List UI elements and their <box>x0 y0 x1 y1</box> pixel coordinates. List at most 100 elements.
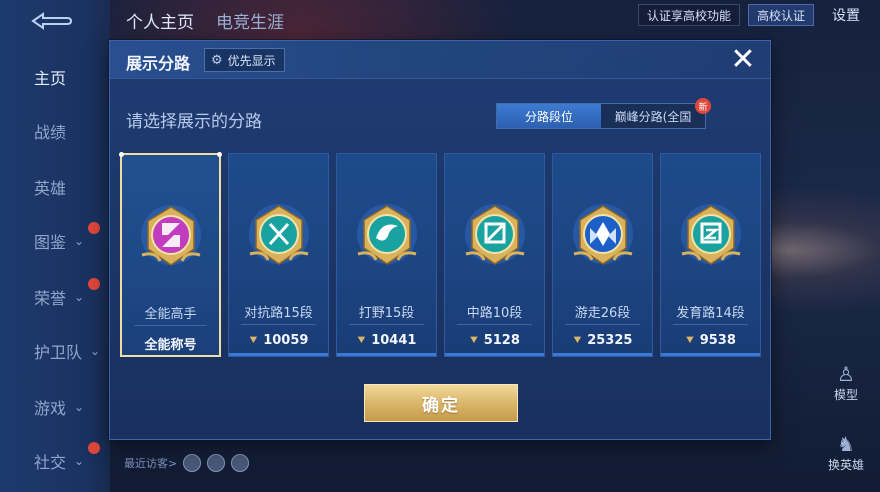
card-glow <box>337 353 436 356</box>
back-arrow-icon[interactable] <box>28 10 74 32</box>
sidebar-item-label: 主页 <box>34 69 67 88</box>
model-button-label: 模型 <box>833 388 858 402</box>
clash-lane-emblem-icon <box>244 198 314 272</box>
lane-card-name: 游走26段 <box>574 306 631 321</box>
lane-card-name: 全能高手 <box>144 307 197 322</box>
priority-display-button[interactable]: ⚙ 优先显示 <box>204 48 285 72</box>
lane-card-stat: ⯆ 10059 <box>229 333 328 348</box>
tab-peak-lane[interactable]: 巅峰分路(全国 新 <box>601 98 711 128</box>
lane-card-stat: ⯆ 5128 <box>445 333 544 348</box>
chevron-down-icon: ⌄ <box>74 400 85 414</box>
top-right-bar: 认证享高校功能 高校认证 设置 <box>637 0 880 30</box>
new-dot-icon <box>88 442 100 454</box>
divider <box>673 324 748 325</box>
close-icon[interactable]: ✕ <box>728 45 758 75</box>
lane-card-name: 中路10段 <box>466 306 523 321</box>
swap-hero-label: 换英雄 <box>827 458 864 472</box>
model-button[interactable]: ♙ 模型 <box>826 362 866 403</box>
chevron-down-icon: ⌄ <box>74 234 85 248</box>
confirm-button[interactable]: 确定 <box>364 384 518 422</box>
lane-card-name: 打野15段 <box>358 306 415 321</box>
sidebar-item-4[interactable]: 荣誉 ⌄ <box>0 278 110 312</box>
lane-card[interactable]: 发育路14段 ⯆ 9538 <box>660 153 761 357</box>
top-tabs: 个人主页 电竞生涯 <box>126 8 284 33</box>
lane-card-stat-value: 10059 <box>263 333 309 348</box>
avatar[interactable] <box>183 454 202 472</box>
sidebar-item-label: 游戏 <box>34 399 67 418</box>
sidebar-item-label: 社交 <box>34 453 67 472</box>
recent-visitors-label[interactable]: 最近访客> <box>124 455 177 471</box>
divider <box>565 324 640 325</box>
lane-card-stat-value: 10441 <box>371 333 417 348</box>
person-model-icon: ♙ <box>837 362 855 386</box>
lane-card[interactable]: 全能高手 全能称号 <box>119 152 222 357</box>
sidebar-item-1[interactable]: 战绩 <box>0 116 110 146</box>
modal-header: 展示分路 ⚙ 优先显示 <box>110 41 770 79</box>
lane-card-stat-value: 9538 <box>699 333 736 348</box>
chevron-down-icon: ⌄ <box>74 290 85 304</box>
card-glow <box>553 353 652 356</box>
lane-card-stat-value: 全能称号 <box>144 338 197 353</box>
swap-hero-icon: ♞ <box>837 432 855 456</box>
sidebar-item-label: 战绩 <box>34 123 67 142</box>
chevron-down-icon: ⌄ <box>74 454 85 468</box>
rank-arrow-icon: ⯆ <box>356 333 367 347</box>
new-dot-icon <box>88 222 100 234</box>
rank-arrow-icon: ⯆ <box>469 333 479 347</box>
campus-verify-text[interactable]: 认证享高校功能 <box>637 4 740 26</box>
selection-corner <box>217 152 222 157</box>
avatar[interactable] <box>231 454 250 472</box>
lane-card-stat: 全能称号 <box>122 334 219 353</box>
lane-card[interactable]: 游走26段 ⯆ 25325 <box>552 153 653 357</box>
divider <box>457 324 532 325</box>
lane-card-stat: ⯆ 9538 <box>661 333 760 348</box>
divider <box>134 325 207 326</box>
sidebar-item-label: 图鉴 <box>34 233 67 252</box>
modal-title: 展示分路 <box>126 54 191 73</box>
rank-arrow-icon: ⯆ <box>572 333 583 347</box>
new-badge: 新 <box>695 98 711 114</box>
sidebar-item-6[interactable]: 游戏 ⌄ <box>0 392 110 422</box>
divider <box>241 324 316 325</box>
card-glow <box>445 353 544 356</box>
sidebar-item-2[interactable]: 英雄 <box>0 172 110 202</box>
farm-lane-emblem-icon <box>676 198 746 272</box>
lane-display-modal: 展示分路 ⚙ 优先显示 ✕ 请选择展示的分路 分路段位 巅峰分路(全国 新 全能… <box>109 40 771 440</box>
lane-card-stat-value: 25325 <box>587 333 633 348</box>
left-nav: 主页 战绩 英雄 图鉴 ⌄ 荣誉 ⌄ 护卫队 ⌄ 游戏 ⌄ 社交 ⌄ <box>0 0 110 492</box>
lane-card-stat: ⯆ 10441 <box>337 333 436 348</box>
all-round-emblem-icon <box>136 199 206 273</box>
sidebar-item-label: 英雄 <box>34 179 67 198</box>
roam-emblem-icon <box>568 198 638 272</box>
selection-corner <box>119 152 124 157</box>
card-glow <box>229 353 328 356</box>
sidebar-item-label: 护卫队 <box>34 343 83 362</box>
swap-hero-button[interactable]: ♞ 换英雄 <box>826 432 866 473</box>
tab-lane-rank[interactable]: 分路段位 <box>497 104 601 128</box>
lane-type-toggle: 分路段位 巅峰分路(全国 新 <box>496 98 711 129</box>
lane-card-stat-value: 5128 <box>483 333 520 348</box>
sidebar-item-0[interactable]: 主页 <box>0 62 110 92</box>
tab-peak-lane-label: 巅峰分路(全国 <box>614 109 692 124</box>
lane-card[interactable]: 对抗路15段 ⯆ 10059 <box>228 153 329 357</box>
rank-arrow-icon: ⯆ <box>248 333 259 347</box>
modal-subtitle: 请选择展示的分路 <box>126 112 262 132</box>
rank-arrow-icon: ⯆ <box>685 333 695 347</box>
new-dot-icon <box>88 278 100 290</box>
sidebar-item-3[interactable]: 图鉴 ⌄ <box>0 222 110 256</box>
settings-button[interactable]: 设置 <box>822 5 870 25</box>
lane-card[interactable]: 中路10段 ⯆ 5128 <box>444 153 545 357</box>
sidebar-item-5[interactable]: 护卫队 ⌄ <box>0 336 110 366</box>
jungle-emblem-icon <box>352 198 422 272</box>
lane-cards: 全能高手 全能称号 对抗路15段 ⯆ 10059 打野15段 ⯆ 10441 中路10段 ⯆ 512… <box>119 152 761 357</box>
tab-personal-home[interactable]: 个人主页 <box>126 8 194 33</box>
tab-esports-career[interactable]: 电竞生涯 <box>216 8 284 33</box>
campus-verify-badge[interactable]: 高校认证 <box>747 4 814 26</box>
lane-card-stat: ⯆ 25325 <box>553 333 652 348</box>
mid-lane-emblem-icon <box>460 198 530 272</box>
card-glow <box>661 353 760 356</box>
sidebar-item-7[interactable]: 社交 ⌄ <box>0 442 110 476</box>
lane-card[interactable]: 打野15段 ⯆ 10441 <box>336 153 437 357</box>
lane-card-name: 对抗路15段 <box>244 306 313 321</box>
avatar[interactable] <box>207 454 226 472</box>
